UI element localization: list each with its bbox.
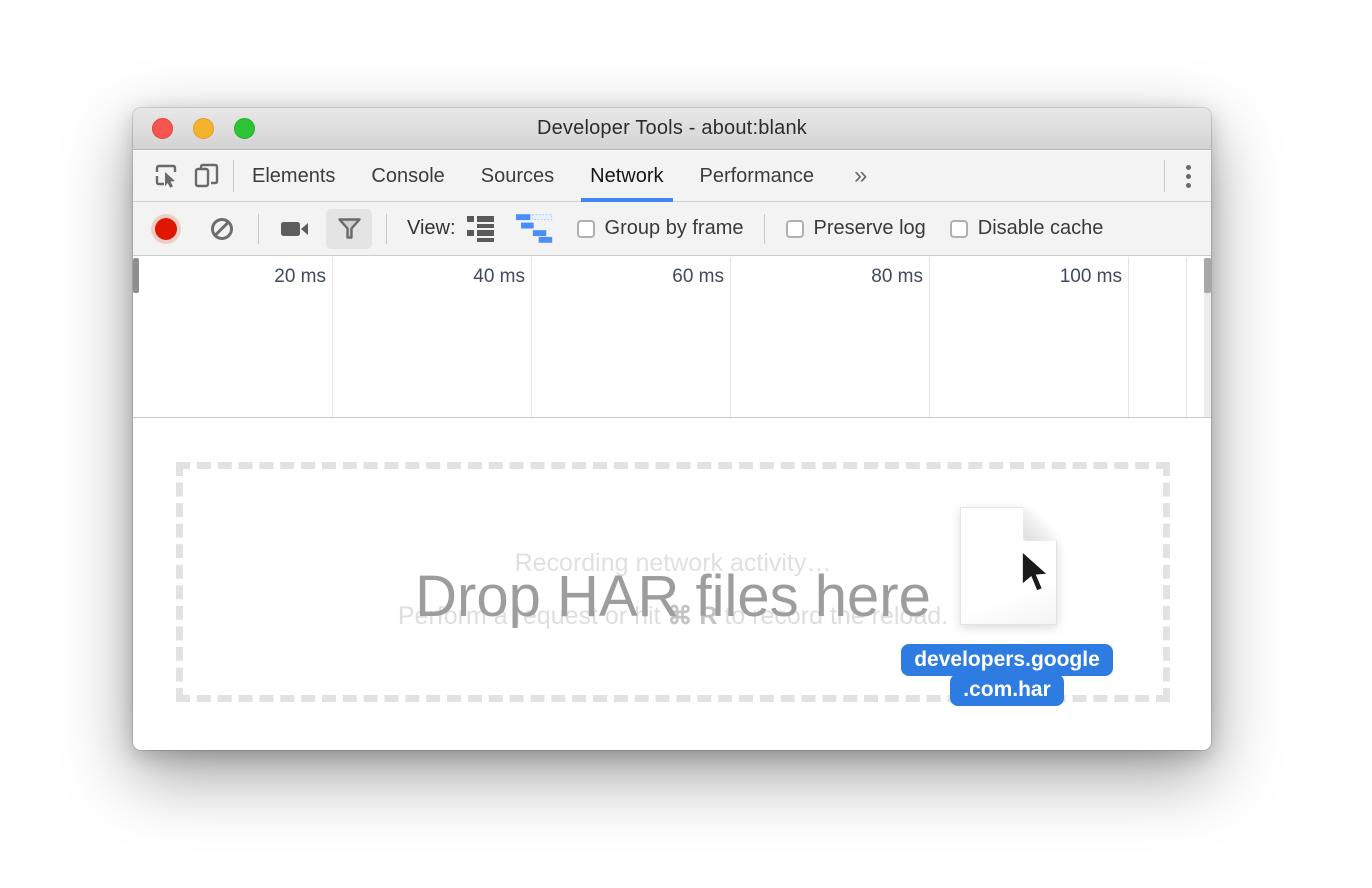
preserve-log-label: Preserve log — [814, 217, 926, 240]
tab-console[interactable]: Console — [353, 151, 462, 202]
tab-performance[interactable]: Performance — [682, 151, 833, 202]
tab-sources[interactable]: Sources — [463, 151, 572, 202]
tab-network[interactable]: Network — [572, 151, 681, 202]
more-tabs-chevron-icon[interactable]: » — [844, 162, 877, 190]
timeline-overview[interactable]: 20 ms 40 ms 60 ms 80 ms 100 ms — [133, 257, 1211, 418]
left-scrollbar-thumb[interactable] — [133, 258, 139, 293]
tick-label-20ms: 20 ms — [274, 266, 326, 288]
list-rows-icon[interactable] — [467, 215, 494, 242]
group-by-frame-label: Group by frame — [605, 217, 744, 240]
gridline — [531, 257, 532, 417]
filter-button[interactable] — [326, 209, 372, 249]
file-fold-corner — [1023, 507, 1057, 541]
tick-label-40ms: 40 ms — [473, 266, 525, 288]
record-icon[interactable] — [155, 218, 177, 240]
tab-bar: Elements Console Sources Network Perform… — [133, 151, 1211, 202]
drag-file-label[interactable]: developers.google .com.har — [885, 644, 1129, 706]
waterfall-icon[interactable] — [516, 214, 553, 243]
network-toolbar: View: — [133, 202, 1211, 256]
tick-label-60ms: 60 ms — [672, 266, 724, 288]
disable-cache-label: Disable cache — [978, 217, 1104, 240]
gridline — [1186, 257, 1187, 417]
divider — [764, 214, 765, 244]
page-background: Developer Tools - about:blank — [0, 0, 1372, 888]
camera-icon[interactable] — [280, 218, 310, 240]
kebab-menu-icon[interactable] — [1165, 159, 1211, 193]
devtools-window: Developer Tools - about:blank — [133, 108, 1211, 750]
divider — [258, 214, 259, 244]
titlebar[interactable]: Developer Tools - about:blank — [133, 108, 1211, 150]
view-label: View: — [407, 217, 456, 240]
preserve-log-checkbox[interactable] — [786, 220, 804, 238]
drag-file-label-line2: .com.har — [950, 674, 1064, 706]
filter-funnel-icon — [337, 217, 362, 240]
gridline — [332, 257, 333, 417]
tab-elements[interactable]: Elements — [234, 151, 353, 202]
gridline — [929, 257, 930, 417]
drag-file-label-line1: developers.google — [901, 644, 1113, 676]
tick-label-80ms: 80 ms — [871, 266, 923, 288]
gridline — [730, 257, 731, 417]
tick-label-100ms: 100 ms — [1060, 266, 1122, 288]
mouse-cursor-icon — [1017, 548, 1053, 600]
group-by-frame-checkbox[interactable] — [577, 220, 595, 238]
device-toolbar-icon[interactable] — [190, 159, 224, 193]
disable-cache-checkbox[interactable] — [950, 220, 968, 238]
gridline — [1128, 257, 1129, 417]
clear-icon[interactable] — [211, 218, 233, 240]
right-scrollbar-thumb[interactable] — [1204, 258, 1211, 293]
divider — [386, 214, 387, 244]
inspect-element-icon[interactable] — [149, 159, 183, 193]
window-title: Developer Tools - about:blank — [133, 117, 1211, 140]
